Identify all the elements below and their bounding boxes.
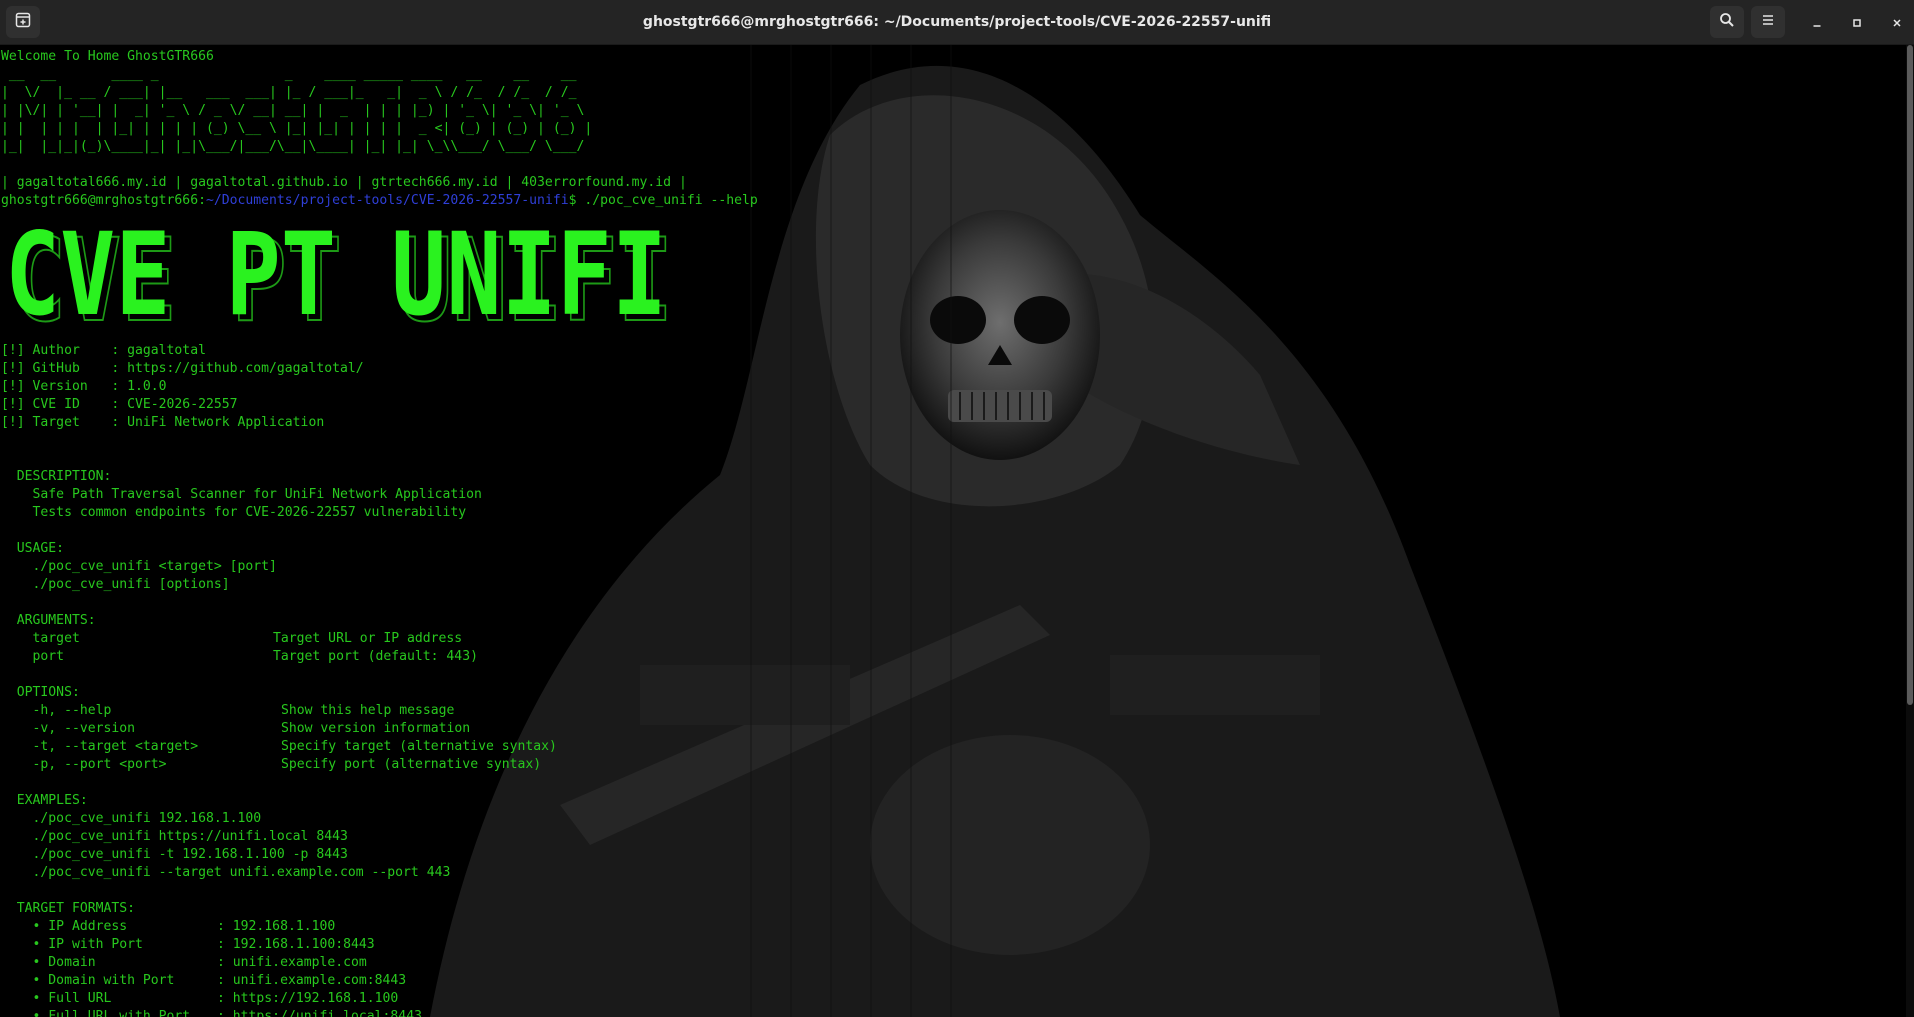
- welcome-line: Welcome To Home GhostGTR666: [1, 49, 214, 64]
- format-row: • Domain : unifi.example.com: [1, 954, 758, 972]
- usage-line-1: ./poc_cve_unifi <target> [port]: [1, 559, 277, 574]
- options-heading: OPTIONS:: [1, 685, 80, 700]
- vertical-scrollbar[interactable]: [1906, 45, 1914, 1017]
- format-name: • IP with Port: [1, 937, 143, 952]
- format-value: : unifi.example.com:8443: [217, 973, 407, 988]
- info-cve-id: [!] CVE ID : CVE-2026-22557: [1, 397, 238, 412]
- menu-button[interactable]: [1751, 6, 1785, 38]
- option-row: -t, --target <target> Specify target (alt…: [1, 738, 758, 756]
- info-target: [!] Target : UniFi Network Application: [1, 415, 325, 430]
- new-tab-icon: [15, 12, 31, 32]
- argument-description: Target URL or IP address: [273, 631, 463, 646]
- description-heading: DESCRIPTION:: [1, 469, 112, 484]
- option-flag: -v, --version: [1, 721, 136, 736]
- close-button[interactable]: [1886, 12, 1908, 34]
- window-title: ghostgtr666@mrghostgtr666: ~/Documents/p…: [642, 14, 1272, 30]
- ascii-logo-line-5: |_| |_|_|(_)\____|_| |_|\___/|___/\__|\_…: [1, 139, 585, 154]
- usage-heading: USAGE:: [1, 541, 65, 556]
- example-line-1: ./poc_cve_unifi 192.168.1.100: [1, 811, 262, 826]
- format-name: • Domain with Port: [1, 973, 175, 988]
- prompt-dollar: $: [568, 193, 585, 208]
- close-icon: [1891, 14, 1903, 33]
- maximize-icon: [1851, 14, 1863, 33]
- terminal-window: ghostgtr666@mrghostgtr666: ~/Documents/p…: [0, 0, 1914, 1017]
- argument-name: target: [1, 631, 80, 646]
- format-name: • IP Address: [1, 919, 128, 934]
- format-value: : https://192.168.1.100: [217, 991, 399, 1006]
- prompt-user: ghostgtr666@mrghostgtr666: [1, 193, 199, 208]
- ascii-logo-line-3: | |\/| | '__| | _| '_ \ / _ \/ __| __| |…: [1, 103, 585, 118]
- ascii-logo-line-1: __ __ ____ _ _ ____ _____ ____ __ __ __: [1, 67, 577, 82]
- example-line-4: ./poc_cve_unifi --target unifi.example.c…: [1, 865, 451, 880]
- description-line-2: Tests common endpoints for CVE-2026-2255…: [1, 505, 467, 520]
- examples-heading: EXAMPLES:: [1, 793, 88, 808]
- ascii-logo-line-2: | \/ |_ __ / ___| |__ ___ ___| |_ / ___|…: [1, 85, 577, 100]
- format-row: • Full URL : https://192.168.1.100: [1, 990, 758, 1008]
- title-bar: ghostgtr666@mrghostgtr666: ~/Documents/p…: [0, 0, 1914, 45]
- option-row: -v, --version Show version information: [1, 720, 758, 738]
- maximize-button[interactable]: [1846, 12, 1868, 34]
- arguments-heading: ARGUMENTS:: [1, 613, 96, 628]
- format-row: • Full URL with Port : https://unifi.loca…: [1, 1008, 758, 1017]
- target-formats-heading: TARGET FORMATS:: [1, 901, 136, 916]
- terminal-lines: Welcome To Home GhostGTR666 __ __ ____ _…: [1, 48, 758, 1017]
- format-row: • Domain with Port : unifi.example.com:84…: [1, 972, 758, 990]
- info-author: [!] Author : gagaltotal: [1, 343, 206, 358]
- prompt-path: ~/Documents/project-tools/CVE-2026-22557…: [205, 193, 569, 208]
- option-description: Show version information: [281, 721, 471, 736]
- scrollbar-thumb[interactable]: [1907, 45, 1913, 705]
- cve-pt-unifi-banner: CVE PT UNIFI CVE PT UNIFI: [5, 208, 674, 348]
- prompt-line: ghostgtr666@mrghostgtr666:~/Documents/pr…: [1, 192, 758, 210]
- option-row: -h, --help Show this help message: [1, 702, 758, 720]
- ascii-logo-line-4: | | | | | | |_| | | | | (_) \__ \ |_| |_…: [1, 121, 593, 136]
- entered-command: ./poc_cve_unifi --help: [584, 193, 758, 208]
- example-line-3: ./poc_cve_unifi -t 192.168.1.100 -p 8443: [1, 847, 348, 862]
- argument-row: port Target port (default: 443): [1, 648, 758, 666]
- info-github: [!] GitHub : https://github.com/gagaltot…: [1, 361, 364, 376]
- description-line-1: Safe Path Traversal Scanner for UniFi Ne…: [1, 487, 482, 502]
- terminal-output[interactable]: Welcome To Home GhostGTR666 __ __ ____ _…: [0, 45, 1906, 1017]
- search-icon: [1719, 12, 1735, 32]
- argument-name: port: [1, 649, 65, 664]
- banner-text: CVE PT UNIFI: [5, 216, 667, 336]
- format-name: • Full URL: [1, 991, 112, 1006]
- format-name: • Full URL with Port: [1, 1009, 191, 1017]
- option-flag: -p, --port <port>: [1, 757, 167, 772]
- minimize-button[interactable]: [1806, 12, 1828, 34]
- new-tab-button[interactable]: [6, 6, 40, 38]
- info-version: [!] Version : 1.0.0: [1, 379, 167, 394]
- minimize-icon: [1811, 14, 1823, 33]
- format-value: : 192.168.1.100:8443: [217, 937, 375, 952]
- format-value: : https://unifi.local:8443: [217, 1009, 422, 1017]
- format-row: • IP with Port : 192.168.1.100:8443: [1, 936, 758, 954]
- format-name: • Domain: [1, 955, 96, 970]
- option-flag: -t, --target <target>: [1, 739, 199, 754]
- format-value: : 192.168.1.100: [217, 919, 336, 934]
- links-line: | gagaltotal666.my.id | gagaltotal.githu…: [1, 175, 687, 190]
- usage-line-2: ./poc_cve_unifi [options]: [1, 577, 230, 592]
- option-row: -p, --port <port> Specify port (alternati…: [1, 756, 758, 774]
- format-row: • IP Address : 192.168.1.100: [1, 918, 758, 936]
- option-description: Specify target (alternative syntax): [281, 739, 557, 754]
- option-description: Specify port (alternative syntax): [281, 757, 542, 772]
- option-description: Show this help message: [281, 703, 455, 718]
- option-flag: -h, --help: [1, 703, 112, 718]
- prompt-separator: :: [198, 193, 206, 208]
- hamburger-menu-icon: [1760, 12, 1776, 32]
- example-line-2: ./poc_cve_unifi https://unifi.local 8443: [1, 829, 348, 844]
- search-button[interactable]: [1710, 6, 1744, 38]
- argument-row: target Target URL or IP address: [1, 630, 758, 648]
- format-value: : unifi.example.com: [217, 955, 367, 970]
- argument-description: Target port (default: 443): [273, 649, 478, 664]
